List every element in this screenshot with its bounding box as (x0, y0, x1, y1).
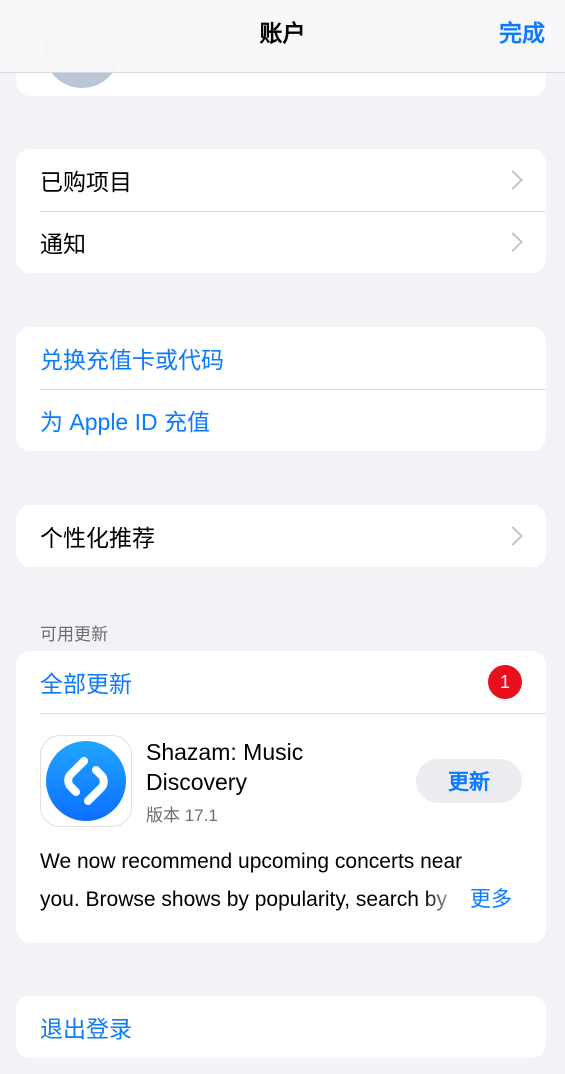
update-all-row[interactable]: 全部更新 1 (16, 651, 546, 713)
add-funds-label: 为 Apple ID 充值 (40, 409, 210, 435)
updates-section-label: 可用更新 (40, 625, 108, 644)
update-count-badge: 1 (488, 665, 522, 699)
app-version: 版本 17.1 (146, 806, 218, 825)
navigation-bar: 账户 完成 (0, 0, 565, 73)
purchased-items-label: 已购项目 (40, 169, 132, 195)
signout-card: 退出登录 (16, 996, 546, 1058)
sign-out-label: 退出登录 (40, 1016, 132, 1042)
more-link[interactable]: 更多 (466, 881, 512, 919)
account-page: 账户 完成 已购项目 通知 兑换充值卡或代码 为 Apple ID 充值 个性化… (0, 0, 565, 1074)
updates-card: 全部更新 1 Shazam: Music Discovery 版本 17.1 更… (16, 651, 546, 943)
notifications-label: 通知 (40, 231, 86, 257)
purchases-card: 已购项目 通知 (16, 149, 546, 273)
update-all-label: 全部更新 (40, 671, 132, 697)
release-notes: We now recommend upcoming concerts near … (40, 843, 512, 919)
done-button[interactable]: 完成 (499, 14, 545, 48)
chevron-right-icon (503, 526, 523, 546)
chevron-right-icon (503, 232, 523, 252)
redeem-gift-card-link[interactable]: 兑换充值卡或代码 (16, 327, 546, 389)
notifications-row[interactable]: 通知 (16, 211, 546, 273)
page-title: 账户 (259, 20, 306, 46)
app-update-item: Shazam: Music Discovery 版本 17.1 更新 We no… (16, 713, 546, 943)
redeem-gift-card-label: 兑换充值卡或代码 (40, 347, 224, 373)
personalization-card: 个性化推荐 (16, 505, 546, 567)
update-button[interactable]: 更新 (416, 759, 522, 803)
release-notes-line-2: you. Browse shows by popularity, search … (40, 881, 464, 919)
release-notes-line-1: We now recommend upcoming concerts near (40, 850, 463, 873)
personalized-recommendations-row[interactable]: 个性化推荐 (16, 505, 546, 567)
balance-card: 兑换充值卡或代码 为 Apple ID 充值 (16, 327, 546, 451)
shazam-logo-icon[interactable] (40, 735, 132, 827)
shazam-logo-svg (46, 741, 126, 821)
chevron-right-icon (503, 170, 523, 190)
purchased-items-row[interactable]: 已购项目 (16, 149, 546, 211)
app-name[interactable]: Shazam: Music Discovery (146, 737, 366, 797)
personalized-recommendations-label: 个性化推荐 (40, 525, 155, 551)
sign-out-button[interactable]: 退出登录 (16, 996, 546, 1058)
add-funds-link[interactable]: 为 Apple ID 充值 (16, 389, 546, 451)
